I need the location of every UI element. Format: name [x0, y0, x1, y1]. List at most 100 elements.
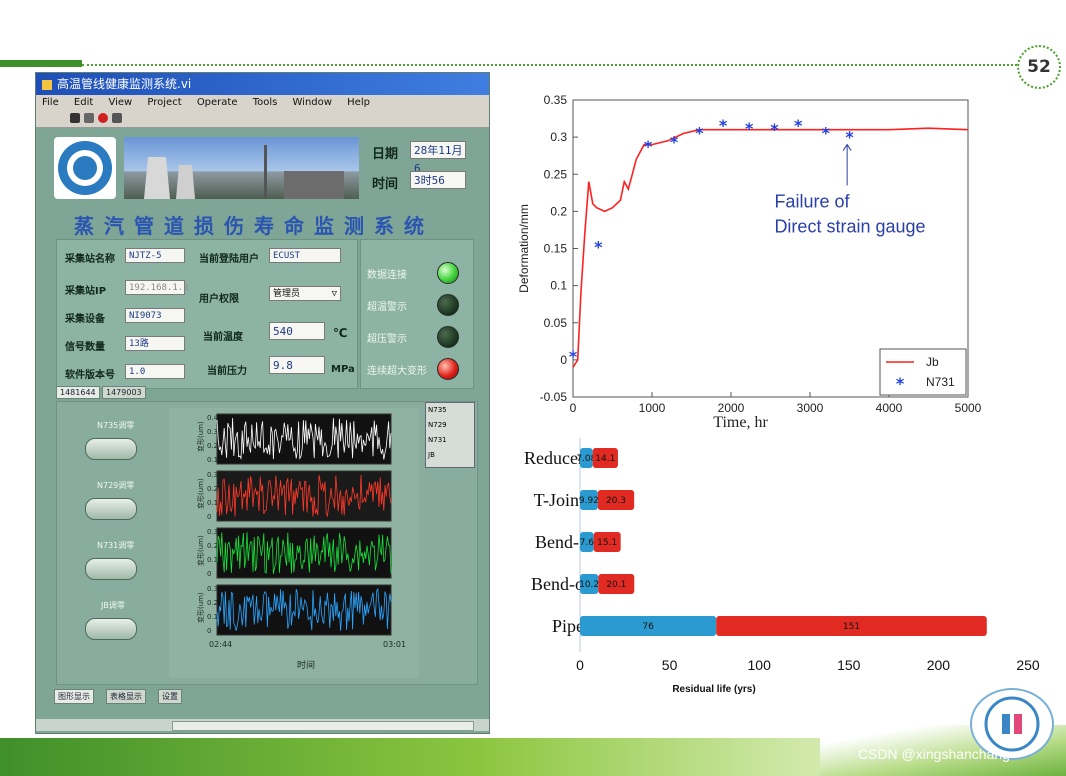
- info-panel: 采集站名称 NJTZ-5 采集站IP 192.168.1.2 采集设备 NI90…: [56, 239, 358, 389]
- slide-top-bar: [0, 60, 82, 67]
- category-label: T-Joint: [534, 490, 584, 510]
- labview-window: 高温管线健康监测系统.vi File Edit View Project Ope…: [35, 72, 490, 734]
- osc-tick-label: 0.2: [207, 442, 218, 450]
- tab-graph-display[interactable]: 图形显示: [54, 689, 94, 704]
- temperature-label: 当前温度: [203, 332, 243, 343]
- x-tick-label: 0: [570, 401, 577, 415]
- pause-icon[interactable]: [112, 113, 122, 123]
- series-n731-point: *: [644, 137, 653, 156]
- tab-1481644[interactable]: 1481644: [56, 386, 100, 399]
- app-icon: [42, 79, 52, 90]
- run-arrow-icon[interactable]: [70, 113, 80, 123]
- run-continuous-icon[interactable]: [84, 113, 94, 123]
- oscilloscope-4: 变形(um)0.3 0.2 0.1 0: [196, 584, 392, 636]
- series-n731-point: *: [719, 116, 728, 135]
- pressure-label: 当前压力: [207, 366, 247, 377]
- osc-tick-label: 0.3: [207, 471, 218, 479]
- x-axis-label: Time, hr: [713, 414, 768, 431]
- watermark: CSDN @xingshanchang: [858, 746, 1010, 762]
- zero-label-n735: N735调零: [97, 421, 135, 430]
- osc-ylabel: 变形(um): [196, 535, 205, 566]
- osc-tick-label: 0.2: [207, 542, 218, 550]
- osc-tick-label: 0.2: [207, 599, 218, 607]
- legend-jb: JB: [428, 451, 435, 459]
- station-name-label: 采集站名称: [65, 254, 115, 265]
- led-data-connection: [437, 262, 459, 284]
- bar-value-label: 20.1: [606, 580, 626, 590]
- chevron-down-icon: ▽: [331, 289, 337, 299]
- zero-label-jb: JB调零: [101, 601, 125, 610]
- station-ip-field: 192.168.1.2: [125, 280, 189, 295]
- osc-tick-label: 0.3: [207, 428, 218, 436]
- menu-view[interactable]: View: [108, 97, 132, 108]
- y-tick-label: 0.35: [544, 93, 568, 107]
- x-tick-label: 2000: [718, 401, 745, 415]
- osc-tick-label: 0.3: [207, 528, 218, 536]
- osc-tick-label: 0.1: [207, 456, 218, 464]
- tab-table-display[interactable]: 表格显示: [106, 689, 146, 704]
- legend-jb-label: Jb: [926, 355, 939, 369]
- zero-button-jb[interactable]: [85, 618, 137, 640]
- zero-button-n729[interactable]: [85, 498, 137, 520]
- zero-button-n735[interactable]: [85, 438, 137, 460]
- y-tick-label: 0.1: [550, 279, 567, 293]
- osc-tick-label: 0: [207, 627, 211, 635]
- zero-label-n729: N729调零: [97, 481, 135, 490]
- legend-n731-swatch: *: [896, 374, 905, 393]
- oscilloscope-2: 变形(um)0.3 0.2 0.1 0: [196, 470, 392, 522]
- tab-settings[interactable]: 设置: [158, 689, 182, 704]
- led-large-deformation: [437, 358, 459, 380]
- y-tick-label: 0.2: [550, 204, 567, 218]
- osc-ylabel: 变形(um): [196, 592, 205, 623]
- y-tick-label: 0: [560, 353, 567, 367]
- series-n731-point: *: [822, 124, 831, 143]
- deformation-line-chart: -0.0500.050.10.150.20.250.30.350 1000 2000…: [517, 93, 982, 431]
- menu-edit[interactable]: Edit: [74, 97, 93, 108]
- oscilloscope-stack: 变形(um) 0.4 0.3 0.2 0.1 变形(um) 0.3 0.2 0.1 0 变形(um)…: [169, 408, 419, 648]
- time-label: 时间: [372, 177, 399, 192]
- abort-icon[interactable]: [98, 113, 108, 123]
- horizontal-scrollbar[interactable]: [36, 719, 489, 731]
- osc-ylabel: 变形(um): [196, 478, 205, 509]
- menu-tools[interactable]: Tools: [253, 97, 278, 108]
- osc-x-start: 02:44: [209, 640, 233, 649]
- osc-tick-label: 0.3: [207, 585, 218, 593]
- menu-operate[interactable]: Operate: [197, 97, 238, 108]
- series-n731-point: *: [670, 133, 679, 152]
- menu-project[interactable]: Project: [147, 97, 181, 108]
- osc-x-end: 03:01: [383, 640, 407, 649]
- y-tick-label: 0.05: [544, 316, 568, 330]
- slide-page-number: 52: [1017, 45, 1061, 89]
- legend-n729: N729: [428, 421, 447, 429]
- scrollbar-thumb[interactable]: [172, 721, 474, 731]
- x-tick-label: 0: [576, 657, 584, 673]
- channel-legend: N735 N729 N731 JB: [425, 402, 475, 468]
- zero-label-n731: N731调零: [97, 541, 135, 550]
- menu-window[interactable]: Window: [293, 97, 332, 108]
- series-n731-point: *: [695, 124, 704, 143]
- category-label: Bend-o: [531, 574, 584, 594]
- x-tick-label: 50: [662, 657, 678, 673]
- series-n731-point: *: [594, 237, 603, 256]
- menu-file[interactable]: File: [42, 97, 59, 108]
- signal-count-field: 13路: [125, 336, 185, 351]
- y-axis-label: Deformation/mm: [517, 204, 531, 293]
- tab-1479003[interactable]: 1479003: [102, 386, 146, 399]
- menu-help[interactable]: Help: [347, 97, 370, 108]
- date-label: 日期: [372, 147, 399, 162]
- series-n731-point: *: [845, 127, 854, 146]
- user-permission-select[interactable]: 管理员 ▽: [269, 286, 341, 301]
- zero-button-n731[interactable]: [85, 558, 137, 580]
- pressure-unit: MPa: [331, 364, 355, 375]
- legend-n735: N735: [428, 406, 447, 414]
- x-tick-label: 100: [748, 657, 772, 673]
- osc-ylabel: 变形(um): [196, 421, 205, 452]
- y-tick-label: 0.15: [544, 242, 568, 256]
- x-tick-label: 250: [1016, 657, 1040, 673]
- annotation-text: Direct strain gauge: [774, 217, 925, 237]
- toolbar: [36, 111, 489, 128]
- series-n731-point: *: [569, 347, 578, 366]
- bar-value-label: 15.1: [597, 538, 617, 548]
- system-title: 蒸汽管道损伤寿命监测系统: [74, 214, 434, 238]
- slide-dotted-line: [82, 64, 1017, 66]
